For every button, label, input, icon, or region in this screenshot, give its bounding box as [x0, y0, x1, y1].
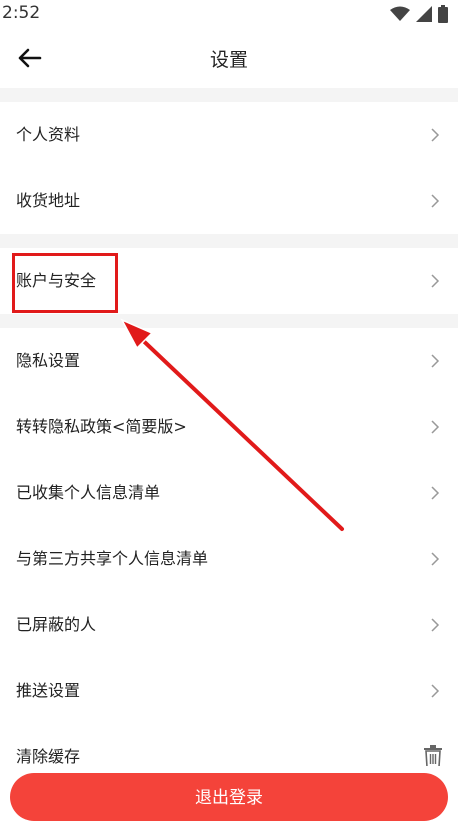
- chevron-right-icon: [431, 354, 440, 368]
- settings-item-privacy-policy[interactable]: 转转隐私政策<简要版>: [0, 394, 458, 460]
- wifi-icon: [390, 6, 410, 21]
- settings-item-push[interactable]: 推送设置: [0, 658, 458, 724]
- chevron-right-icon: [431, 552, 440, 566]
- section-gap: [0, 234, 458, 248]
- chevron-right-icon: [431, 194, 440, 208]
- status-bar: 2:52: [0, 0, 458, 28]
- settings-item-profile[interactable]: 个人资料: [0, 102, 458, 168]
- page-title: 设置: [209, 49, 248, 71]
- settings-item-blocked-users[interactable]: 已屏蔽的人: [0, 592, 458, 658]
- battery-icon: [438, 5, 448, 23]
- settings-item-shared-info[interactable]: 与第三方共享个人信息清单: [0, 526, 458, 592]
- settings-item-label: 隐私设置: [16, 351, 81, 370]
- section-gap: [0, 88, 458, 102]
- chevron-right-icon: [431, 618, 440, 632]
- settings-item-address[interactable]: 收货地址: [0, 168, 458, 234]
- chevron-right-icon: [431, 684, 440, 698]
- settings-item-label: 转转隐私政策<简要版>: [16, 417, 187, 436]
- chevron-right-icon: [431, 128, 440, 142]
- settings-item-privacy[interactable]: 隐私设置: [0, 328, 458, 394]
- trash-icon: [424, 745, 442, 768]
- signal-icon: [416, 6, 432, 22]
- chevron-right-icon: [431, 420, 440, 434]
- highlight-box: [12, 253, 118, 313]
- section-gap: [0, 314, 458, 328]
- settings-item-label: 推送设置: [16, 681, 81, 700]
- chevron-right-icon: [431, 274, 440, 288]
- settings-item-label: 个人资料: [16, 125, 81, 144]
- settings-item-label: 已收集个人信息清单: [16, 483, 161, 502]
- header: 设置: [0, 28, 458, 88]
- status-time: 2:52: [2, 3, 41, 23]
- status-icons: [390, 4, 448, 24]
- settings-item-label: 已屏蔽的人: [16, 615, 97, 634]
- settings-item-label: 与第三方共享个人信息清单: [16, 549, 209, 568]
- chevron-right-icon: [431, 486, 440, 500]
- settings-item-label: 收货地址: [16, 191, 81, 210]
- settings-item-collected-info[interactable]: 已收集个人信息清单: [0, 460, 458, 526]
- logout-button[interactable]: 退出登录: [10, 773, 448, 821]
